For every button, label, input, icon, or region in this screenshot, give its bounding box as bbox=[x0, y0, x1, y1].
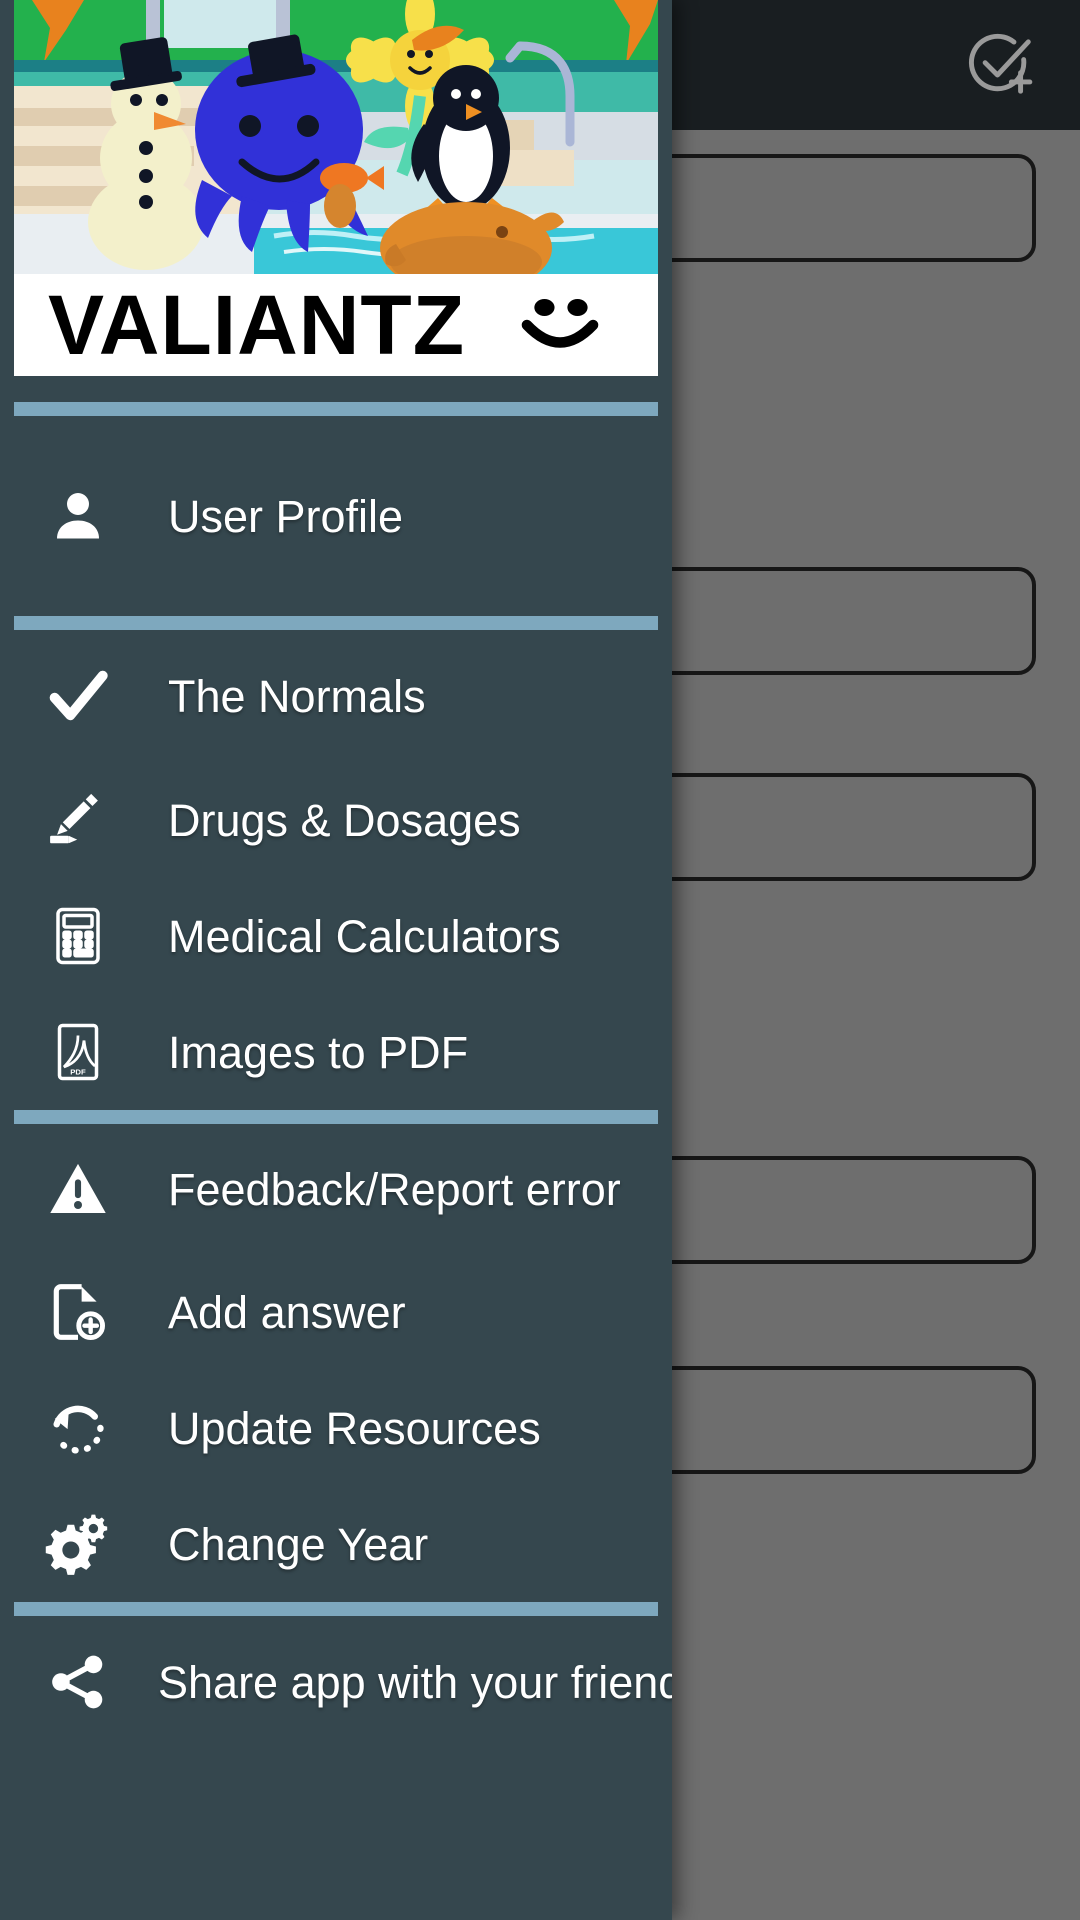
refresh-dashed-icon bbox=[44, 1394, 112, 1462]
sidebar-item-label: Feedback/Report error bbox=[168, 1163, 621, 1215]
menu-group-tools: The Normals Drugs & Dosages Medical Calc… bbox=[0, 630, 672, 1110]
sidebar-item-images-to-pdf[interactable]: PDF Images to PDF bbox=[0, 994, 672, 1110]
sidebar-item-label: Medical Calculators bbox=[168, 910, 561, 962]
sidebar-item-change-year[interactable]: Change Year bbox=[0, 1486, 672, 1602]
sidebar-item-the-normals[interactable]: The Normals bbox=[0, 630, 672, 762]
pool-scene-illustration bbox=[14, 0, 658, 274]
sidebar-item-label: Drugs & Dosages bbox=[168, 794, 521, 846]
sidebar-item-label: The Normals bbox=[168, 670, 426, 722]
sidebar-item-medical-calculators[interactable]: Medical Calculators bbox=[0, 878, 672, 994]
drawer-header: VALIANTZ bbox=[14, 0, 658, 376]
pencil-icon bbox=[44, 786, 112, 854]
sidebar-item-label: Change Year bbox=[168, 1518, 429, 1570]
divider bbox=[14, 402, 658, 416]
menu-group-profile: User Profile bbox=[0, 416, 672, 616]
menu-group-contribute: Feedback/Report error Add answer Update … bbox=[0, 1124, 672, 1602]
sidebar-item-label: Share app with your friends bbox=[158, 1656, 672, 1708]
sidebar-item-label: Update Resources bbox=[168, 1402, 541, 1454]
calculator-icon bbox=[44, 902, 112, 970]
divider bbox=[14, 1602, 658, 1616]
sidebar-item-label: Add answer bbox=[168, 1286, 406, 1338]
sidebar-item-update-resources[interactable]: Update Resources bbox=[0, 1370, 672, 1486]
sidebar-item-user-profile[interactable]: User Profile bbox=[0, 416, 672, 616]
sidebar-item-drugs-dosages[interactable]: Drugs & Dosages bbox=[0, 762, 672, 878]
sidebar-item-share-app[interactable]: Share app with your friends bbox=[0, 1616, 672, 1748]
svg-text:PDF: PDF bbox=[70, 1068, 86, 1077]
app-logo-text: VALIANTZ bbox=[48, 278, 466, 372]
drawer-banner-image bbox=[14, 0, 658, 274]
check-icon bbox=[44, 662, 112, 730]
sidebar-item-label: Images to PDF bbox=[168, 1026, 469, 1078]
gears-icon bbox=[44, 1510, 112, 1578]
share-nodes-icon bbox=[44, 1648, 112, 1716]
smiley-icon bbox=[512, 290, 650, 360]
sidebar-item-add-answer[interactable]: Add answer bbox=[0, 1254, 672, 1370]
document-add-icon bbox=[44, 1278, 112, 1346]
menu-group-social: Share app with your friends bbox=[0, 1616, 672, 1748]
navigation-drawer: VALIANTZ User Profile The Normals Drugs … bbox=[0, 0, 672, 1920]
divider bbox=[14, 1110, 658, 1124]
drawer-logo-band: VALIANTZ bbox=[14, 274, 658, 376]
pdf-file-icon: PDF bbox=[44, 1018, 112, 1086]
sidebar-item-label: User Profile bbox=[168, 490, 404, 542]
divider bbox=[14, 616, 658, 630]
add-task-icon[interactable] bbox=[962, 28, 1036, 102]
person-icon bbox=[44, 482, 112, 550]
warning-triangle-icon bbox=[44, 1155, 112, 1223]
sidebar-item-feedback-report-error[interactable]: Feedback/Report error bbox=[0, 1124, 672, 1254]
